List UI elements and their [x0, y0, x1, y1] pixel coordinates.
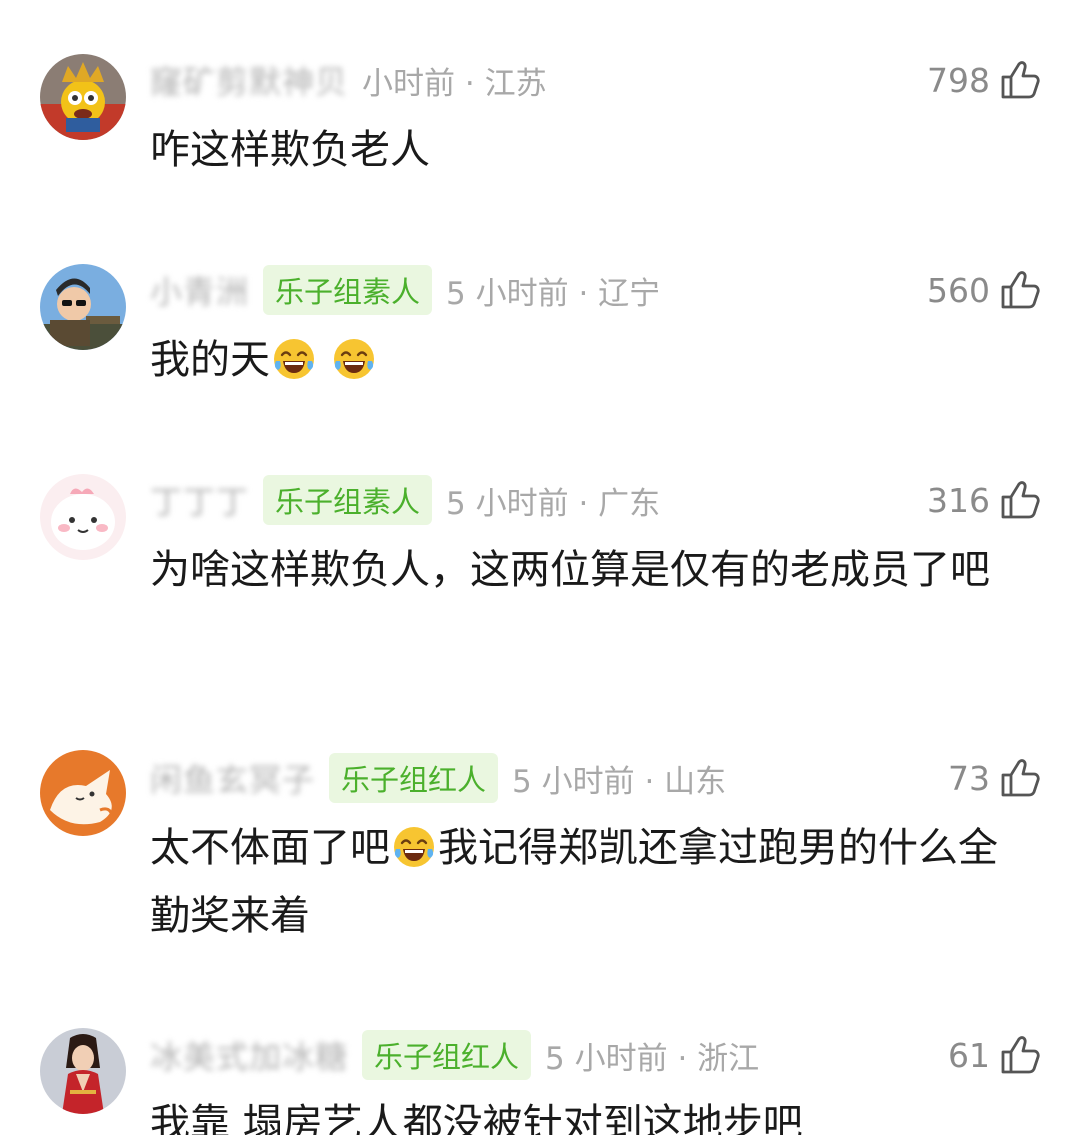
like-count: 316 [927, 480, 990, 520]
like-count: 73 [948, 758, 990, 798]
comment-meta: 丁丁丁 乐子组素人 5 小时前 · 广东 [150, 475, 660, 525]
time-location: 5 小时前 · 山东 [512, 763, 727, 800]
user-badge: 乐子组红人 [362, 1030, 532, 1080]
user-badge: 乐子组素人 [263, 475, 433, 525]
comment-text-segment: 咋这样欺负老人 [150, 127, 430, 173]
avatar[interactable] [40, 750, 126, 836]
avatar[interactable] [40, 1028, 126, 1114]
avatar[interactable] [40, 264, 126, 350]
pink-pig-avatar-icon [40, 474, 126, 560]
username[interactable]: 小青洲 [150, 267, 249, 313]
tears-of-joy-emoji-icon [274, 339, 314, 379]
time-location: 5 小时前 · 广东 [446, 485, 661, 522]
comment-text-segment: 太不体面了吧 [150, 825, 390, 871]
thumbs-up-icon[interactable] [998, 58, 1042, 102]
username[interactable]: 闲鱼玄冥子 [150, 755, 315, 801]
comment-meta: 小青洲 乐子组素人 5 小时前 · 辽宁 [150, 265, 660, 315]
time-location: 小时前 · 江苏 [362, 65, 547, 102]
thumbs-up-icon[interactable] [998, 478, 1042, 522]
comment-text: 我靠 塌房艺人都没被针对到这地步吧 [150, 1090, 1030, 1135]
crowned-cartoon-avatar-icon [40, 54, 126, 140]
thumbs-up-icon[interactable] [998, 1033, 1042, 1077]
thumbs-up-icon[interactable] [998, 756, 1042, 800]
red-costume-avatar-icon [40, 1028, 126, 1114]
comment-meta: 闲鱼玄冥子 乐子组红人 5 小时前 · 山东 [150, 753, 726, 803]
comment-text: 咋这样欺负老人 [150, 116, 1030, 184]
like-count: 61 [948, 1035, 990, 1075]
comment-meta: 窿矿剪默神贝 小时前 · 江苏 [150, 55, 547, 105]
comment-text: 我的天 [150, 326, 1030, 394]
like-button[interactable]: 61 [948, 1030, 1042, 1080]
username[interactable]: 冰美式加冰糖 [150, 1032, 348, 1078]
thumbs-up-icon[interactable] [998, 268, 1042, 312]
user-badge: 乐子组红人 [329, 753, 499, 803]
comment-text-segment: 我靠 塌房艺人都没被针对到这地步吧 [150, 1101, 803, 1135]
like-button[interactable]: 73 [948, 753, 1042, 803]
time-location: 5 小时前 · 辽宁 [446, 275, 661, 312]
avatar[interactable] [40, 474, 126, 560]
username[interactable]: 窿矿剪默神贝 [150, 57, 348, 103]
comment-text-segment: 我的天 [150, 337, 270, 383]
like-count: 560 [927, 270, 990, 310]
comment-text: 太不体面了吧 我记得郑凯还拿过跑男的什么全勤奖来着 [150, 814, 1030, 950]
user-badge: 乐子组素人 [263, 265, 433, 315]
tears-of-joy-emoji-icon [394, 827, 434, 867]
comment-text-segment: 为啥这样欺负人，这两位算是仅有的老成员了吧 [150, 547, 990, 593]
comment-text: 为啥这样欺负人，这两位算是仅有的老成员了吧 [150, 536, 1030, 604]
avatar[interactable] [40, 54, 126, 140]
tears-of-joy-emoji-icon [334, 339, 374, 379]
sunglasses-cartoon-avatar-icon [40, 264, 126, 350]
username[interactable]: 丁丁丁 [150, 477, 249, 523]
like-count: 798 [927, 60, 990, 100]
like-button[interactable]: 560 [927, 265, 1042, 315]
time-location: 5 小时前 · 浙江 [545, 1040, 760, 1077]
comment-meta: 冰美式加冰糖 乐子组红人 5 小时前 · 浙江 [150, 1030, 759, 1080]
like-button[interactable]: 798 [927, 55, 1042, 105]
like-button[interactable]: 316 [927, 475, 1042, 525]
orange-cat-avatar-icon [40, 750, 126, 836]
